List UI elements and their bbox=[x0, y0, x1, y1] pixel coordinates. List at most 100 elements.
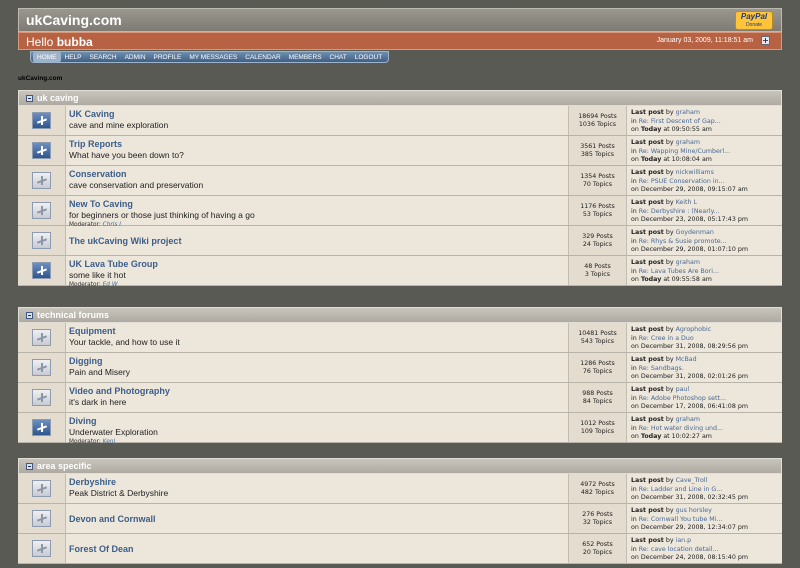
board-stats: 4972 Posts 482 Topics bbox=[569, 474, 627, 503]
nav-members[interactable]: MEMBERS bbox=[285, 52, 326, 62]
board-status-icon[interactable] bbox=[32, 419, 51, 436]
nav-help[interactable]: HELP bbox=[61, 52, 86, 62]
last-post-topic[interactable]: Re: Sandbags. bbox=[639, 365, 684, 372]
board-status-icon[interactable] bbox=[32, 540, 51, 557]
board-status-cell bbox=[18, 413, 66, 442]
board-title-link[interactable]: Forest Of Dean bbox=[69, 544, 565, 555]
last-post-line: Last post by ian.p bbox=[631, 537, 779, 546]
last-post-time: on December 31, 2008, 02:32:45 pm bbox=[631, 494, 748, 501]
board-status-icon[interactable] bbox=[32, 172, 51, 189]
last-post-topic[interactable]: Re: Ladder and Line in G... bbox=[639, 486, 723, 493]
last-post-author[interactable]: graham bbox=[676, 109, 700, 116]
last-post-line: Last post by graham bbox=[631, 416, 779, 425]
last-post-topic[interactable]: Re: Wapping Mine/Cumberl... bbox=[639, 148, 730, 155]
board-title-link[interactable]: Trip Reports bbox=[69, 139, 565, 150]
last-post-author[interactable]: McBad bbox=[676, 356, 697, 363]
last-post: Last post by graham in Re: Wapping Mine/C… bbox=[627, 136, 782, 165]
board-status-icon[interactable] bbox=[32, 262, 51, 279]
last-post-time: on December 29, 2008, 09:15:07 am bbox=[631, 186, 748, 193]
collapse-icon[interactable] bbox=[26, 463, 33, 470]
last-post-topic-line: in Re: Sandbags. bbox=[631, 365, 779, 374]
category-title[interactable]: technical forums bbox=[37, 310, 109, 320]
board-title-link[interactable]: Conservation bbox=[69, 169, 565, 180]
last-post-author[interactable]: graham bbox=[676, 259, 700, 266]
nav-search[interactable]: SEARCH bbox=[85, 52, 120, 62]
board-title-link[interactable]: UK Lava Tube Group bbox=[69, 259, 565, 270]
board-status-icon[interactable] bbox=[32, 389, 51, 406]
board-title-link[interactable]: Diving bbox=[69, 416, 565, 427]
board-title-link[interactable]: The ukCaving Wiki project bbox=[69, 236, 565, 247]
nav-admin[interactable]: ADMIN bbox=[121, 52, 150, 62]
board-status-icon[interactable] bbox=[32, 112, 51, 129]
last-post-author[interactable]: Goydenman bbox=[676, 229, 714, 236]
last-post-topic[interactable]: Re: Cornwall You tube Mi... bbox=[639, 516, 723, 523]
topic-count: 76 Topics bbox=[582, 368, 613, 375]
site-title[interactable]: ukCaving.com bbox=[26, 12, 122, 28]
nav-chat[interactable]: CHAT bbox=[326, 52, 351, 62]
paypal-donate-button[interactable]: PayPal Donate bbox=[735, 11, 773, 30]
last-post-author[interactable]: Keith L bbox=[676, 199, 697, 206]
username: bubba bbox=[56, 35, 93, 49]
last-post-author[interactable]: nickwilliams bbox=[676, 169, 714, 176]
nav-home[interactable]: HOME bbox=[33, 52, 61, 62]
board-status-icon[interactable] bbox=[32, 329, 51, 346]
collapse-icon[interactable] bbox=[26, 312, 33, 319]
last-post-topic[interactable]: Re: Rhys & Susie promote... bbox=[639, 238, 727, 245]
nav-profile[interactable]: PROFILE bbox=[150, 52, 186, 62]
board-stats: 1286 Posts 76 Topics bbox=[569, 353, 627, 382]
breadcrumb[interactable]: ukCaving.com bbox=[18, 75, 62, 82]
last-post-author[interactable]: graham bbox=[676, 416, 700, 423]
nav-calendar[interactable]: CALENDAR bbox=[241, 52, 284, 62]
last-post-topic[interactable]: Re: Derbyshire : (Nearly... bbox=[639, 208, 720, 215]
board-status-icon[interactable] bbox=[32, 480, 51, 497]
last-post: Last post by Goydenman in Re: Rhys & Susi… bbox=[627, 226, 782, 255]
board-title-link[interactable]: Devon and Cornwall bbox=[69, 514, 565, 525]
board-title-link[interactable]: Equipment bbox=[69, 326, 565, 337]
last-post-author[interactable]: Cave_Troll bbox=[676, 477, 708, 484]
last-post-author[interactable]: ian.p bbox=[676, 537, 692, 544]
topic-count: 53 Topics bbox=[582, 211, 613, 218]
moderator-link[interactable]: KenJ bbox=[103, 439, 116, 445]
category-title[interactable]: uk caving bbox=[37, 93, 79, 103]
board-title-link[interactable]: Derbyshire bbox=[69, 477, 565, 488]
last-post-line: Last post by Cave_Troll bbox=[631, 477, 779, 486]
last-post-topic[interactable]: Re: First Descent of Gap... bbox=[639, 118, 721, 125]
board-title-link[interactable]: Video and Photography bbox=[69, 386, 565, 397]
last-post-author[interactable]: paul bbox=[676, 386, 690, 393]
collapse-toggle-icon[interactable]: + bbox=[761, 36, 770, 45]
board-status-icon[interactable] bbox=[32, 359, 51, 376]
last-post-topic[interactable]: Re: PSUE Conservation in... bbox=[639, 178, 725, 185]
last-post-line: Last post by Keith L bbox=[631, 199, 779, 208]
last-post-label: Last post bbox=[631, 477, 664, 484]
board-status-cell bbox=[18, 136, 66, 165]
collapse-icon[interactable] bbox=[26, 95, 33, 102]
topic-count: 109 Topics bbox=[580, 428, 615, 435]
last-post-author[interactable]: Agrophobic bbox=[676, 326, 712, 333]
nav-my-messages[interactable]: MY MESSAGES bbox=[185, 52, 241, 62]
board-status-icon[interactable] bbox=[32, 202, 51, 219]
board-title-link[interactable]: UK Caving bbox=[69, 109, 565, 120]
topic-count: 24 Topics bbox=[582, 241, 613, 248]
category-header: technical forums bbox=[18, 307, 782, 323]
last-post-topic[interactable]: Re: Cree in a Duo bbox=[639, 335, 694, 342]
last-post-author[interactable]: graham bbox=[676, 139, 700, 146]
last-post-topic[interactable]: Re: Adobe Photoshop sett... bbox=[639, 395, 726, 402]
in-label: in bbox=[631, 485, 637, 493]
last-post-time: on Today at 10:08:04 am bbox=[631, 156, 779, 165]
last-post-topic-line: in Re: First Descent of Gap... bbox=[631, 118, 779, 127]
last-post-topic[interactable]: Re: cave location detail... bbox=[639, 546, 719, 553]
last-post-author[interactable]: gus horsley bbox=[676, 507, 712, 514]
last-post-topic[interactable]: Re: Lava Tubes Are Bori... bbox=[639, 268, 719, 275]
board-title-link[interactable]: Digging bbox=[69, 356, 565, 367]
board-status-icon[interactable] bbox=[32, 510, 51, 527]
nav-logout[interactable]: LOGOUT bbox=[351, 52, 386, 62]
last-post: Last post by Keith Lin Re: Derbyshire : … bbox=[627, 196, 782, 225]
board-stats: 1176 Posts 53 Topics bbox=[569, 196, 627, 225]
board-row: New To Caving for beginners or those just… bbox=[18, 196, 782, 228]
moderator-link[interactable]: Ed W bbox=[103, 282, 118, 288]
category-title[interactable]: area specific bbox=[37, 461, 92, 471]
board-title-link[interactable]: New To Caving bbox=[69, 199, 565, 210]
board-status-icon[interactable] bbox=[32, 142, 51, 159]
board-status-icon[interactable] bbox=[32, 232, 51, 249]
last-post-topic[interactable]: Re: Hot water diving und... bbox=[639, 425, 723, 432]
